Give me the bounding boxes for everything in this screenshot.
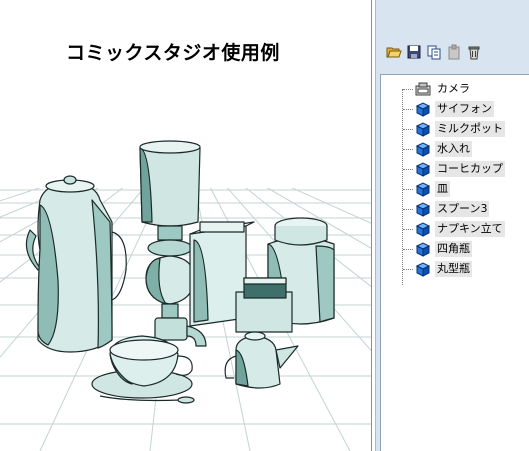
coffee-cup xyxy=(91,335,193,399)
tree-item-siphon[interactable]: サイフォン xyxy=(381,99,494,119)
cube-icon xyxy=(415,141,431,157)
cube-icon xyxy=(415,261,431,277)
tree-item-water-jug[interactable]: 水入れ xyxy=(381,139,472,159)
scene-render xyxy=(0,0,371,451)
cube-icon xyxy=(415,201,431,217)
tree-item-label: ナプキン立て xyxy=(435,221,505,237)
tree-item-plate[interactable]: 皿 xyxy=(381,179,450,199)
milk-pot xyxy=(224,331,299,389)
tree-item-square-jar[interactable]: 四角瓶 xyxy=(381,239,472,259)
tree-item-label: 皿 xyxy=(435,181,450,197)
open-folder-icon[interactable] xyxy=(386,44,402,60)
tree-item-milk-pot[interactable]: ミルクポット xyxy=(381,119,505,139)
viewport-title: コミックスタジオ使用例 xyxy=(66,42,280,64)
water-jug xyxy=(25,175,127,353)
tree-item-napkin-holder[interactable]: ナプキン立て xyxy=(381,219,505,239)
cube-icon xyxy=(415,181,431,197)
copy-icon[interactable] xyxy=(426,44,442,60)
tree-item-label: サイフォン xyxy=(435,101,494,117)
tree-item-label: 丸型瓶 xyxy=(435,261,472,277)
tree-item-label: 水入れ xyxy=(435,141,472,157)
tree-item-label: カメラ xyxy=(437,82,470,95)
paste-icon[interactable] xyxy=(446,44,462,60)
tree-item-label: ミルクポット xyxy=(435,121,505,137)
napkin-holder xyxy=(235,277,293,333)
tree-item-label: 四角瓶 xyxy=(435,241,472,257)
camera-icon xyxy=(415,81,431,97)
object-panel: カメラ サイフォン ミルクポット 水入れ コーヒカップ 皿 スプーン3 ナプキン… xyxy=(376,0,529,451)
tree-item-label: スプーン3 xyxy=(435,201,490,217)
panel-toolbar xyxy=(386,44,482,64)
cube-icon xyxy=(415,221,431,237)
cube-icon xyxy=(415,161,431,177)
cube-icon xyxy=(415,241,431,257)
cube-icon xyxy=(415,121,431,137)
save-icon[interactable] xyxy=(406,44,422,60)
tree-item-label: コーヒカップ xyxy=(435,161,505,177)
tree-item-camera[interactable]: カメラ xyxy=(381,79,472,99)
object-tree[interactable]: カメラ サイフォン ミルクポット 水入れ コーヒカップ 皿 スプーン3 ナプキン… xyxy=(380,74,529,451)
tree-item-round-jar[interactable]: 丸型瓶 xyxy=(381,259,472,279)
tree-item-spoon[interactable]: スプーン3 xyxy=(381,199,490,219)
delete-icon[interactable] xyxy=(466,44,482,60)
tree-item-coffee-cup[interactable]: コーヒカップ xyxy=(381,159,505,179)
3d-viewport[interactable]: コミックスタジオ使用例 xyxy=(0,0,371,451)
cube-icon xyxy=(415,101,431,117)
